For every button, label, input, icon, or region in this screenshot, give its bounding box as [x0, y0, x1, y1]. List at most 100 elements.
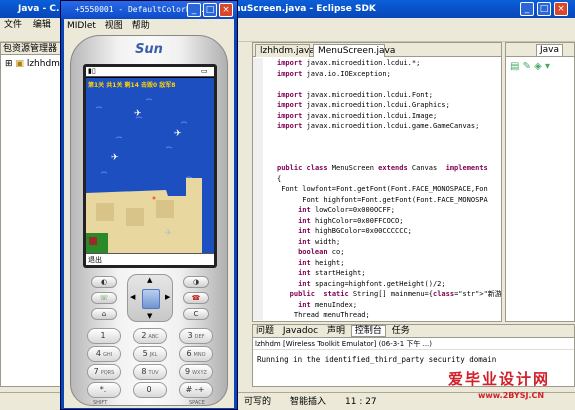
phone-device: Sun ▮▯ ▭ ✈ ✈ ✈ ✈ 第1关 共1关 剩14 击毁0 敌军8 退出 … — [70, 35, 228, 406]
code-area[interactable]: import javax.microedition.lcdui.*; import… — [253, 58, 501, 320]
key-main-label: 6 — [186, 349, 192, 358]
key-4[interactable]: 4 GHI — [87, 346, 121, 362]
console-launch-label: lzhhdm [Wireless Toolkit Emulator] (06-3… — [253, 338, 574, 350]
key-6[interactable]: 6 MNO — [179, 346, 213, 362]
status-writable: 可写的 — [244, 397, 272, 407]
tab-java-perspective[interactable]: Java — [536, 44, 564, 57]
emulator-menu-bar: MIDlet 视图 帮助 — [64, 19, 234, 33]
key-2[interactable]: 2 ABC — [133, 328, 167, 344]
key-main-label: 9 — [185, 367, 191, 376]
key-main-label: 1 — [100, 331, 106, 340]
key-5[interactable]: 5 JKL — [133, 346, 167, 362]
end-call-button[interactable]: ☎ — [183, 292, 209, 304]
svg-text:✈: ✈ — [164, 228, 172, 239]
key-11[interactable]: 0 — [133, 382, 167, 398]
svg-text:✈: ✈ — [134, 109, 142, 119]
package-explorer-header: 包资源管理器 — [1, 43, 63, 55]
emulator-maximize-button[interactable]: □ — [203, 3, 217, 17]
key-main-label: 8 — [141, 367, 147, 376]
tab-declaration[interactable]: 声明 — [324, 326, 348, 336]
code-line: import javax.microedition.lcdui.Graphics… — [277, 101, 450, 109]
numeric-keypad: 1 2 ABC 3 DEF 4 GHI 5 JKL 6 MNO 7 PQRS 8 TUV 9 WXYZ *. 0 # … — [85, 328, 215, 408]
key-main-label: 0 — [146, 385, 152, 394]
emulator-minimize-button[interactable]: _ — [187, 3, 201, 17]
sun-logo: Sun — [135, 42, 163, 57]
left-softkey[interactable]: ◐ — [91, 276, 117, 288]
svg-text:✈: ✈ — [111, 153, 119, 163]
tab-lzhhdm-java[interactable]: lzhhdm.java — [255, 44, 315, 57]
status-position: 11 : 27 — [345, 397, 377, 407]
watermark-text: 爱毕业设计网 — [448, 370, 551, 388]
menu-view[interactable]: 视图 — [102, 21, 126, 31]
code-line: import javax.microedition.lcdui.*; — [277, 59, 421, 67]
emulator-close-button[interactable]: × — [219, 3, 233, 17]
code-line: int lowColor=0x000OCFF; — [298, 206, 396, 214]
signal-icon: ▮▯ — [88, 67, 96, 75]
code-line: int width; — [298, 237, 341, 246]
clear-button[interactable]: C — [183, 308, 209, 320]
code-line: boolean co; — [298, 248, 345, 256]
key-sub-label: JKL — [149, 352, 158, 358]
tab-tasks[interactable]: 任务 — [389, 326, 413, 336]
code-line: int menuIndex; — [298, 300, 358, 309]
menu-edit[interactable]: 编辑 — [29, 20, 55, 30]
svg-text:✈: ✈ — [174, 129, 182, 139]
key-8[interactable]: 8 TUV — [133, 364, 167, 380]
code-line: int highBGColor=0x00CCCCCC; — [298, 227, 412, 235]
key-sub-label: ABC — [148, 334, 159, 340]
code-line: import javax.microedition.lcdui.game.Gam… — [277, 122, 480, 130]
outline-header: Java — [506, 43, 574, 57]
game-canvas[interactable]: ✈ ✈ ✈ ✈ 第1关 共1关 剩14 击毁0 敌军8 — [86, 78, 214, 253]
close-button[interactable]: × — [554, 2, 568, 16]
code-line: Font lowfont=Font.getFont(Font.FACE_MONO… — [277, 185, 488, 193]
home-button[interactable]: ⌂ — [91, 308, 117, 320]
key-7[interactable]: 7 PQRS — [87, 364, 121, 380]
dpad-right-icon[interactable]: ▶ — [165, 293, 170, 301]
key-12[interactable]: # -+ — [179, 382, 213, 398]
tab-javadoc[interactable]: Javadoc — [280, 326, 321, 336]
menu-file[interactable]: 文件 — [0, 20, 26, 30]
minimize-button[interactable]: _ — [520, 2, 534, 16]
key-sub-label: GHI — [102, 352, 113, 358]
console-output: Running in the identified_third_party se… — [257, 355, 497, 364]
key-9[interactable]: 9 WXYZ — [179, 364, 213, 380]
outline-toolbar-icons[interactable]: ▤ ✎ ◈ ▾ — [510, 61, 550, 72]
key-3[interactable]: 3 DEF — [179, 328, 213, 344]
tab-console[interactable]: 控制台 — [350, 325, 386, 337]
code-line: public class MenuScreen extends Canvas i… — [277, 164, 488, 172]
watermark-url: www.2BYSJ.CN — [478, 391, 545, 400]
key-10[interactable]: *. — [87, 382, 121, 398]
softkey-bar: 退出 — [86, 253, 214, 265]
project-icon: ▣ — [15, 59, 24, 69]
key-sub-label: TUV — [148, 370, 159, 376]
key-sub-label: DEF — [194, 334, 205, 340]
key-1[interactable]: 1 — [87, 328, 121, 344]
code-line: int startHeight; — [298, 269, 366, 277]
console-tabs: 问题 Javadoc 声明 控制台 任务 — [253, 325, 574, 338]
dpad-down-icon[interactable]: ▼ — [147, 312, 152, 320]
status-insert-mode: 智能插入 — [290, 397, 327, 407]
shift-label: SHIFT — [93, 400, 108, 406]
tree-item-lzhhdm[interactable]: ⊞ ▣ lzhhdm — [5, 59, 60, 70]
right-softkey[interactable]: ◑ — [183, 276, 209, 288]
maximize-button[interactable]: □ — [537, 2, 551, 16]
phone-screen: ▮▯ ▭ ✈ ✈ ✈ ✈ 第1关 共1关 剩14 击毁0 敌军8 退出 — [86, 67, 214, 265]
dpad-left-icon[interactable]: ◀ — [130, 293, 135, 301]
key-main-label: *. — [99, 385, 107, 394]
tab-problems[interactable]: 问题 — [253, 326, 277, 336]
code-line: public static String[] mainmenu={class="… — [289, 290, 501, 298]
key-main-label: # -+ — [185, 385, 205, 394]
menu-help[interactable]: 帮助 — [129, 21, 153, 31]
menu-midlet[interactable]: MIDlet — [64, 21, 99, 31]
call-button[interactable]: ☏ — [91, 292, 117, 304]
dpad-select-button[interactable] — [142, 289, 160, 309]
directional-pad[interactable]: ▲ ▼ ◀ ▶ — [127, 274, 173, 322]
dpad-up-icon[interactable]: ▲ — [147, 276, 152, 284]
expand-icon[interactable]: ⊞ — [5, 59, 13, 69]
signal-bar: ▮▯ ▭ — [86, 67, 214, 77]
tab-menuscreen-java[interactable]: MenuScreen.java — [313, 44, 395, 57]
key-sub-label: MNO — [193, 352, 206, 358]
